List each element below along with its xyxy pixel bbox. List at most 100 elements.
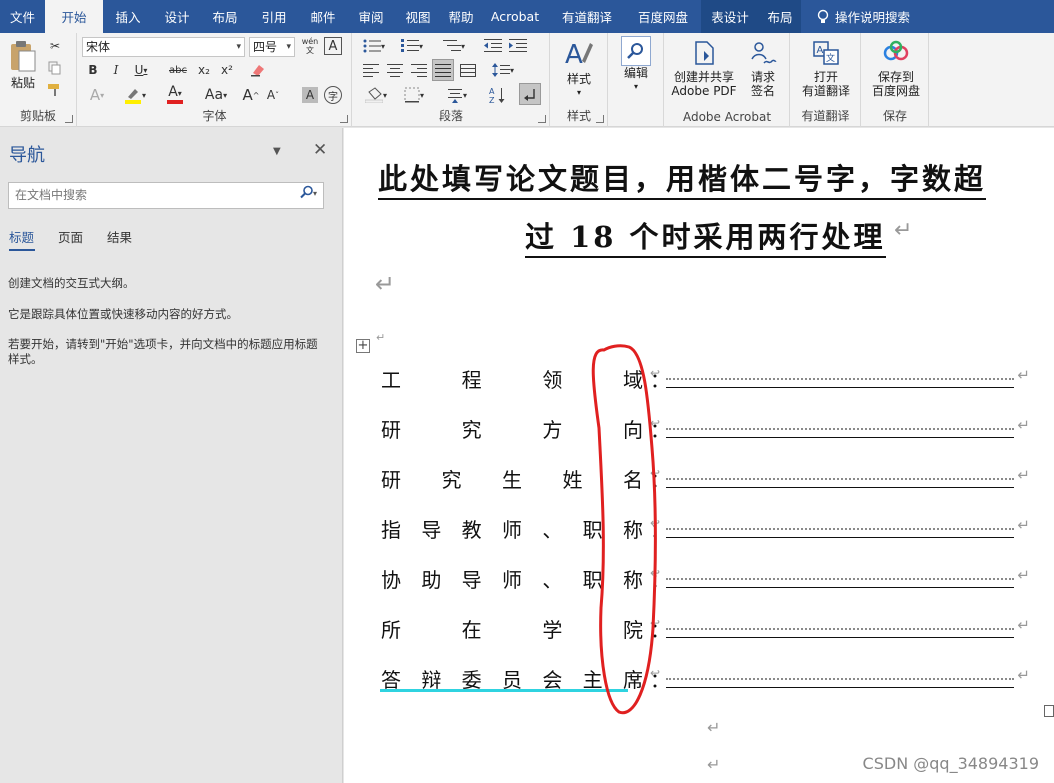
multilevel-list-button[interactable]: ▾ — [439, 37, 469, 55]
font-family-combo[interactable]: 宋体 ▾ — [82, 37, 245, 57]
distributed-icon[interactable] — [458, 61, 478, 79]
tab-11[interactable]: 有道翻译 — [549, 0, 625, 33]
paste-button[interactable]: 粘贴 — [6, 39, 40, 90]
paragraph-mark-icon — [524, 89, 535, 101]
change-case-button[interactable]: Aa ▾ — [200, 85, 232, 105]
open-youdao-button[interactable]: A文 打开 有道翻译 — [796, 39, 856, 98]
subscript-button[interactable]: x₂ — [195, 61, 213, 79]
signature-icon — [751, 42, 777, 64]
tab-5[interactable]: 引用 — [249, 0, 299, 33]
cut-icon[interactable]: ✂ — [46, 37, 64, 55]
underline-button[interactable]: U ▾ — [130, 61, 152, 79]
editing-group: 编辑 ▾ — [609, 33, 664, 127]
font-launcher[interactable] — [340, 115, 348, 123]
baidu-cloud-icon — [883, 40, 909, 61]
tab-9[interactable]: 帮助 — [441, 0, 481, 33]
close-icon[interactable]: ✕ — [313, 140, 327, 160]
grow-font-button[interactable]: A ^ — [242, 85, 260, 105]
shrink-font-button[interactable]: Aˇ — [264, 85, 282, 105]
font-color-button[interactable]: A▾ — [160, 85, 190, 105]
italic-button[interactable]: I — [107, 61, 125, 79]
styles-icon: A — [565, 40, 593, 70]
search-icon[interactable]: ▾ — [299, 183, 319, 208]
align-right-icon[interactable] — [409, 61, 429, 79]
tab-4[interactable]: 布局 — [201, 0, 249, 33]
char-border-button[interactable]: A — [324, 37, 342, 55]
strikethrough-button[interactable]: abc — [166, 61, 190, 79]
table-resize-handle[interactable] — [1044, 705, 1054, 717]
tab-7[interactable]: 审阅 — [347, 0, 395, 33]
tab-13[interactable]: 表设计 — [701, 0, 759, 33]
align-left-icon[interactable] — [361, 61, 381, 79]
styles-launcher[interactable] — [596, 115, 604, 123]
show-marks-button[interactable] — [519, 83, 541, 105]
editing-button[interactable]: 编辑 ▾ — [618, 36, 654, 94]
borders-button[interactable]: ▾ — [399, 85, 429, 105]
superscript-button[interactable]: x² — [218, 61, 236, 79]
bullets-button[interactable]: ▾ — [361, 37, 387, 55]
svg-text:A: A — [565, 40, 583, 69]
tab-0[interactable]: 文件 — [0, 0, 45, 33]
paragraph-launcher[interactable] — [538, 115, 546, 123]
red-annotation-circle — [591, 344, 657, 715]
clipboard-launcher[interactable] — [65, 115, 73, 123]
copy-icon[interactable] — [46, 59, 64, 77]
nav-tab-pages[interactable]: 页面 — [58, 227, 83, 246]
youdao-label: 有道翻译 — [801, 109, 850, 123]
save-to-baidu-button[interactable]: 保存到 百度网盘 — [866, 39, 926, 98]
request-signature-button[interactable]: 请求 签名 — [743, 39, 783, 98]
document-page[interactable]: 此处填写论文题目，用楷体二号字，字数超 过 18 个时采用两行处理 ↵ ↵ ↵ … — [344, 128, 1054, 783]
line-spacing-button[interactable]: ▾ — [487, 61, 519, 79]
tab-3[interactable]: 设计 — [153, 0, 201, 33]
tab-2[interactable]: 插入 — [103, 0, 153, 33]
nav-search-placeholder: 在文档中搜索 — [15, 188, 88, 202]
create-adobe-pdf-button[interactable]: 创建并共享 Adobe PDF — [669, 39, 739, 98]
nav-help-text-3: 若要开始，请转到"开始"选项卡，并向文档中的标题应用标题样式。 — [8, 337, 318, 366]
csdn-watermark: CSDN @qq_34894319 — [862, 754, 1039, 773]
word-window: 文件 开始 插入 设计 布局 引用 邮件 审阅 视图 帮助 Acrobat 有道翻译 百度网盘 表设计 布局… — [0, 0, 1054, 783]
translate-icon: A文 — [813, 41, 839, 65]
tab-10[interactable]: Acrobat — [481, 0, 549, 33]
tab-1[interactable]: 开始 — [45, 0, 103, 33]
phonetic-guide-button[interactable]: wén 文 — [299, 35, 321, 57]
svg-text:A: A — [489, 87, 495, 96]
svg-text:A: A — [817, 45, 824, 56]
enclose-characters-button[interactable]: 字 — [324, 86, 342, 104]
ribbon: 粘贴 ✂ 剪贴板 宋体 ▾ 四号 ▾ wén 文 A B I U ▾ abc x₂ x… — [0, 33, 1054, 127]
clear-formatting-icon[interactable] — [248, 61, 268, 79]
styles-group: A 样式 ▾ 样式 — [551, 33, 608, 127]
nav-title: 导航 — [9, 145, 45, 166]
nav-search-input[interactable]: 在文档中搜索 ▾ — [8, 182, 324, 209]
tab-6[interactable]: 邮件 — [299, 0, 347, 33]
clipboard-group: 粘贴 ✂ 剪贴板 — [0, 33, 77, 127]
tab-12[interactable]: 百度网盘 — [625, 0, 701, 33]
chevron-down-icon[interactable]: ▼ — [273, 146, 281, 157]
char-shading-button[interactable]: A — [302, 87, 318, 103]
increase-indent-icon[interactable] — [508, 37, 528, 55]
lightbulb-icon — [817, 9, 829, 23]
svg-text:Z: Z — [489, 96, 495, 104]
justify-icon[interactable] — [432, 59, 454, 81]
nav-tab-headings[interactable]: 标题 — [9, 227, 35, 251]
sort-icon[interactable]: AZ — [487, 85, 509, 105]
shading-button[interactable]: ▾ — [361, 85, 391, 105]
paragraph-group: ▾ ▾ ▾ ▾ ▾ ▾ ▾ A Z 段落 — [353, 33, 550, 127]
nav-tab-results[interactable]: 结果 — [107, 227, 132, 246]
text-effects-button[interactable]: A ▾ — [84, 85, 110, 105]
font-size-combo[interactable]: 四号 ▾ — [249, 37, 295, 57]
tab-14[interactable]: 布局 — [759, 0, 801, 33]
navigation-pane: 导航 ▼ ✕ 在文档中搜索 ▾ 标题 页面 结果 创建文档的交互式大纲。 它是跟… — [0, 128, 343, 783]
nav-help-text-2: 它是跟踪具体位置或快速移动内容的好方式。 — [8, 307, 238, 321]
numbering-button[interactable]: ▾ — [399, 37, 425, 55]
highlight-button[interactable]: ▾ — [120, 85, 150, 105]
acrobat-group: 创建并共享 Adobe PDF 请求 签名 Adobe Acrobat — [665, 33, 790, 127]
align-center-icon[interactable] — [385, 61, 405, 79]
tell-me-search[interactable]: 操作说明搜索 — [817, 7, 910, 26]
format-painter-icon[interactable] — [46, 81, 64, 99]
chinese-layout-button[interactable]: ▾ — [443, 85, 471, 105]
youdao-group: A文 打开 有道翻译 有道翻译 — [791, 33, 861, 127]
decrease-indent-icon[interactable] — [483, 37, 503, 55]
styles-button[interactable]: A 样式 ▾ — [559, 37, 599, 100]
tab-8[interactable]: 视图 — [395, 0, 441, 33]
bold-button[interactable]: B — [84, 61, 102, 79]
